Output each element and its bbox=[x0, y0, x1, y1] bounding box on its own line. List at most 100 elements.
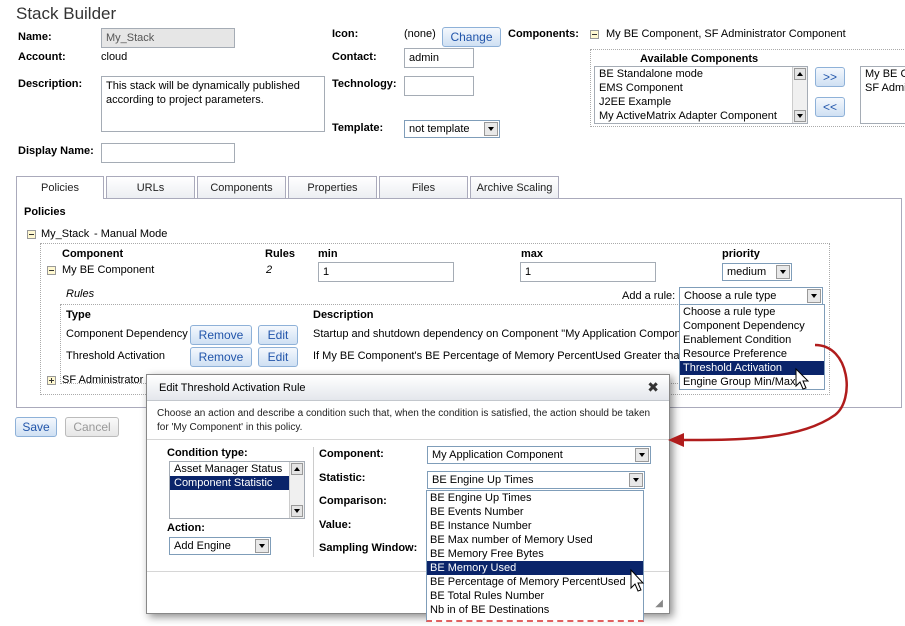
second-component-label: SF Administrator bbox=[62, 374, 144, 386]
dropdown-option[interactable]: Resource Preference bbox=[680, 347, 824, 361]
scrollbar[interactable] bbox=[289, 462, 304, 518]
chevron-down-icon bbox=[484, 122, 498, 136]
list-item[interactable]: BE Standalone mode bbox=[595, 67, 807, 81]
contact-input[interactable]: admin bbox=[404, 48, 474, 68]
statistic-select[interactable]: BE Engine Up Times bbox=[427, 471, 645, 489]
sampling-window-label: Sampling Window: bbox=[319, 542, 418, 554]
min-input[interactable]: 1 bbox=[318, 262, 454, 282]
list-item-selected[interactable]: Component Statistic bbox=[170, 476, 304, 490]
tab-join bbox=[17, 197, 103, 199]
edit-rule-button[interactable]: Edit bbox=[258, 325, 298, 345]
condition-type-label: Condition type: bbox=[167, 447, 248, 459]
dropdown-option[interactable]: Component Dependency bbox=[680, 319, 824, 333]
change-icon-button[interactable]: Change bbox=[442, 27, 501, 47]
component-select[interactable]: My Application Component bbox=[427, 446, 651, 464]
condition-type-list[interactable]: Asset Manager Status Component Statistic bbox=[169, 461, 305, 519]
statistic-value: BE Engine Up Times bbox=[432, 474, 534, 486]
statistic-dropdown[interactable]: BE Engine Up Times BE Events Number BE I… bbox=[426, 490, 644, 622]
tab-properties[interactable]: Properties bbox=[288, 176, 377, 198]
scroll-up-icon[interactable] bbox=[794, 68, 806, 80]
resize-grip-icon[interactable]: ◢ bbox=[655, 598, 663, 609]
list-item[interactable]: SF Admin bbox=[861, 81, 905, 95]
rule-description-cell: Startup and shutdown dependency on Compo… bbox=[313, 328, 681, 340]
divider bbox=[313, 447, 314, 557]
dropdown-option[interactable]: BE Engine Up Times bbox=[427, 491, 643, 505]
edit-rule-button[interactable]: Edit bbox=[258, 347, 298, 367]
save-button[interactable]: Save bbox=[15, 417, 57, 437]
dropdown-option[interactable]: Enablement Condition bbox=[680, 333, 824, 347]
col-type: Type bbox=[66, 309, 91, 321]
available-components-list[interactable]: BE Standalone mode EMS Component J2EE Ex… bbox=[594, 66, 808, 124]
scroll-down-icon[interactable] bbox=[794, 110, 806, 122]
dialog-titlebar[interactable]: Edit Threshold Activation Rule ✖ bbox=[147, 375, 669, 401]
tab-urls[interactable]: URLs bbox=[106, 176, 195, 198]
rules-label: Rules bbox=[66, 288, 95, 300]
add-component-button[interactable]: >> bbox=[815, 67, 845, 87]
collapse-icon[interactable] bbox=[27, 230, 36, 239]
chevron-down-icon bbox=[807, 289, 821, 303]
dropdown-option[interactable]: BE Percentage of Memory PercentUsed bbox=[427, 575, 643, 589]
cancel-button[interactable]: Cancel bbox=[65, 417, 119, 437]
tab-components[interactable]: Components bbox=[197, 176, 286, 198]
priority-select[interactable]: medium bbox=[722, 263, 792, 281]
account-label: Account: bbox=[18, 51, 66, 63]
list-item[interactable]: My BE Co bbox=[861, 67, 905, 81]
dropdown-option-selected[interactable]: Threshold Activation bbox=[680, 361, 824, 375]
collapse-icon[interactable] bbox=[47, 266, 56, 275]
rule-type-dropdown[interactable]: Choose a rule type Component Dependency … bbox=[679, 304, 825, 390]
col-description: Description bbox=[313, 309, 374, 321]
row-component: My BE Component bbox=[62, 264, 155, 276]
rule-type-select[interactable]: Choose a rule type bbox=[679, 287, 823, 305]
description-text: This stack will be dynamically published… bbox=[106, 80, 300, 106]
chevron-down-icon bbox=[255, 539, 269, 553]
name-input[interactable]: My_Stack bbox=[101, 28, 235, 48]
dropdown-option[interactable]: Nb in of BE Destinations bbox=[427, 603, 643, 617]
mode-label: - Manual Mode bbox=[94, 228, 168, 240]
technology-input[interactable] bbox=[404, 76, 474, 96]
max-input[interactable]: 1 bbox=[520, 262, 656, 282]
list-item[interactable]: J2EE Example bbox=[595, 95, 807, 109]
template-value: not template bbox=[409, 123, 470, 135]
dropdown-option-selected[interactable]: BE Memory Used bbox=[427, 561, 643, 575]
name-label: Name: bbox=[18, 31, 52, 43]
page-title: Stack Builder bbox=[16, 4, 117, 23]
collapse-icon[interactable] bbox=[590, 30, 599, 39]
description-label: Description: bbox=[18, 78, 83, 90]
list-item[interactable]: EMS Component bbox=[595, 81, 807, 95]
action-select[interactable]: Add Engine bbox=[169, 537, 271, 555]
rule-type-cell: Threshold Activation bbox=[66, 350, 166, 362]
action-label: Action: bbox=[167, 522, 205, 534]
dropdown-option[interactable]: BE Max number of Memory Used bbox=[427, 533, 643, 547]
dropdown-option[interactable]: BE Total Rules Number bbox=[427, 589, 643, 603]
dropdown-option[interactable]: BE Events Number bbox=[427, 505, 643, 519]
description-textarea[interactable]: This stack will be dynamically published… bbox=[101, 76, 325, 132]
rule-type-cell: Component Dependency bbox=[66, 328, 188, 340]
dropdown-option[interactable]: BE Instance Number bbox=[427, 519, 643, 533]
dropdown-option[interactable]: Engine Group Min/Max bbox=[680, 375, 824, 389]
chevron-down-icon bbox=[776, 265, 790, 279]
remove-rule-button[interactable]: Remove bbox=[190, 325, 252, 345]
scroll-up-icon[interactable] bbox=[291, 463, 303, 475]
col-min: min bbox=[318, 248, 338, 260]
list-item[interactable]: Asset Manager Status bbox=[170, 462, 304, 476]
components-label: Components: bbox=[508, 28, 579, 40]
stack-label: My_Stack bbox=[41, 228, 90, 240]
rule-type-value: Choose a rule type bbox=[684, 290, 777, 302]
icon-value: (none) bbox=[404, 28, 436, 40]
statistic-label: Statistic: bbox=[319, 472, 366, 484]
scroll-down-icon[interactable] bbox=[291, 505, 303, 517]
expand-icon[interactable] bbox=[47, 376, 56, 385]
scrollbar[interactable] bbox=[792, 67, 807, 123]
list-item[interactable]: My ActiveMatrix Adapter Component bbox=[595, 109, 807, 123]
template-select[interactable]: not template bbox=[404, 120, 500, 138]
remove-component-button[interactable]: << bbox=[815, 97, 845, 117]
tab-files[interactable]: Files bbox=[379, 176, 468, 198]
display-name-input[interactable] bbox=[101, 143, 235, 163]
tab-archive-scaling[interactable]: Archive Scaling bbox=[470, 176, 559, 198]
tab-policies[interactable]: Policies bbox=[16, 176, 104, 199]
dropdown-option[interactable]: BE Memory Free Bytes bbox=[427, 547, 643, 561]
selected-components-list[interactable]: My BE Co SF Admin bbox=[860, 66, 905, 124]
remove-rule-button[interactable]: Remove bbox=[190, 347, 252, 367]
dropdown-option[interactable]: Choose a rule type bbox=[680, 305, 824, 319]
close-icon[interactable]: ✖ bbox=[647, 379, 659, 396]
